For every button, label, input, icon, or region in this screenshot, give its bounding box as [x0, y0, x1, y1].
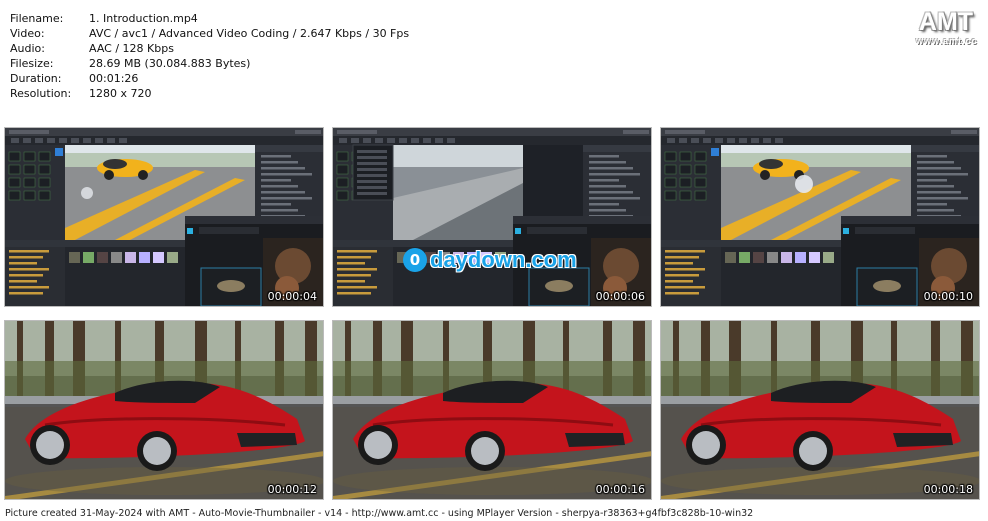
info-key: Filesize: — [10, 57, 54, 70]
thumbnail-3[interactable]: 00:00:10 — [660, 127, 980, 307]
thumbnail-timestamp: 00:00:04 — [267, 290, 317, 303]
info-key: Filename: — [10, 12, 64, 25]
info-key: Video: — [10, 27, 45, 40]
logo-url: www.amt.cc — [916, 36, 978, 46]
info-key: Resolution: — [10, 87, 72, 100]
car-render-image — [333, 321, 651, 499]
info-row-duration: Duration: 00:01:26 — [10, 71, 409, 86]
footer-credit: Picture created 31-May-2024 with AMT - A… — [5, 508, 754, 519]
thumbnail-5[interactable]: 00:00:16 — [332, 320, 652, 500]
watermark-logo-icon: 0 — [403, 248, 427, 272]
info-row-filename: Filename: 1. Introduction.mp4 — [10, 11, 409, 26]
thumbnail-1[interactable]: 00:00:04 — [4, 127, 324, 307]
info-row-resolution: Resolution: 1280 x 720 — [10, 86, 409, 101]
info-value: 1. Introduction.mp4 — [89, 12, 198, 25]
watermark-text: daydown.com — [430, 247, 577, 272]
thumbnail-timestamp: 00:00:12 — [267, 483, 317, 496]
info-value: AVC / avc1 / Advanced Video Coding / 2.6… — [89, 27, 410, 40]
info-key: Audio: — [10, 42, 45, 55]
thumbnail-timestamp: 00:00:16 — [595, 483, 645, 496]
watermark: 0 daydown.com — [403, 247, 577, 273]
editor-screenshot — [333, 128, 651, 306]
info-row-filesize: Filesize: 28.69 MB (30.084.883 Bytes) — [10, 56, 409, 71]
file-info: Filename: 1. Introduction.mp4 Video: AVC… — [10, 11, 409, 101]
editor-screenshot — [661, 128, 979, 306]
logo-title: AMT — [918, 8, 974, 36]
info-row-video: Video: AVC / avc1 / Advanced Video Codin… — [10, 26, 409, 41]
thumbnail-6[interactable]: 00:00:18 — [660, 320, 980, 500]
car-render-image — [5, 321, 323, 499]
info-value: 1280 x 720 — [89, 87, 152, 100]
thumbnail-timestamp: 00:00:06 — [595, 290, 645, 303]
editor-screenshot — [5, 128, 323, 306]
info-key: Duration: — [10, 72, 62, 85]
info-row-audio: Audio: AAC / 128 Kbps — [10, 41, 409, 56]
info-value: 28.69 MB (30.084.883 Bytes) — [89, 57, 251, 70]
car-render-image — [661, 321, 979, 499]
thumbnail-4[interactable]: 00:00:12 — [4, 320, 324, 500]
thumbnail-timestamp: 00:00:18 — [923, 483, 973, 496]
amt-logo: AMT www.amt.cc — [916, 8, 978, 47]
info-value: AAC / 128 Kbps — [89, 42, 174, 55]
thumbnail-2[interactable]: 00:00:06 — [332, 127, 652, 307]
info-value: 00:01:26 — [89, 72, 139, 85]
thumbnail-timestamp: 00:00:10 — [923, 290, 973, 303]
